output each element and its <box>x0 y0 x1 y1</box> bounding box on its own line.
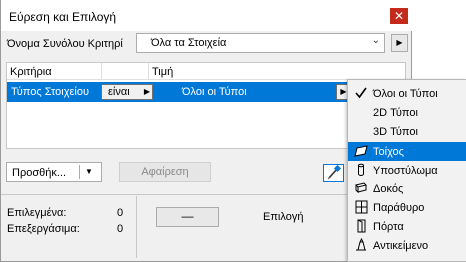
menu-item-door[interactable]: Πόρτα <box>348 217 466 236</box>
menu-item-label: 3D Τύποι <box>373 126 418 138</box>
menu-item-all-types[interactable]: Όλοι οι Τύποι <box>348 84 466 103</box>
column-icon <box>358 163 364 176</box>
door-icon <box>357 219 366 233</box>
arrow-right-icon: ▶ <box>143 87 150 96</box>
split-divider <box>79 165 80 179</box>
menu-item-label: Δοκός <box>373 183 404 195</box>
list-header: Κριτήρια Τιμή <box>7 63 405 80</box>
add-criterion-button[interactable]: Προσθήκ... ▼ <box>6 162 102 182</box>
menu-item-object[interactable]: Αντικείμενο <box>348 236 466 255</box>
criterion-value: Όλοι οι Τύποι <box>182 86 247 98</box>
menu-item-3d-types[interactable]: 3D Τύποι <box>348 122 466 141</box>
menu-item-label: Υποστύλωμα <box>373 165 438 177</box>
set-name-label: Όνομα Συνόλου Κριτηρί <box>7 38 123 50</box>
operator-label: είναι <box>108 86 130 98</box>
operator-button[interactable]: είναι ▶ <box>101 84 153 100</box>
menu-item-window[interactable]: Παράθυρο <box>348 198 466 217</box>
window-icon <box>355 200 368 214</box>
deselect-button[interactable]: — <box>156 207 219 227</box>
editable-count-label: Επεξεργάσιμα: <box>7 223 80 235</box>
menu-item-column[interactable]: Υποστύλωμα <box>348 161 466 180</box>
criteria-set-value: Όλα τα Στοιχεία <box>151 37 227 49</box>
header-value[interactable]: Τιμή <box>152 66 173 78</box>
criteria-row[interactable]: Τύπος Στοιχείου είναι ▶ Όλοι οι Τύποι ▶ <box>7 82 405 102</box>
element-type-menu: Όλοι οι Τύποι 2D Τύποι 3D Τύποι Τοίχος Υ… <box>347 79 466 262</box>
wall-icon <box>354 145 368 157</box>
menu-item-label: 2D Τύποι <box>373 107 418 119</box>
menu-item-beam[interactable]: Δοκός <box>348 179 466 198</box>
arrow-right-icon: ▶ <box>396 38 403 47</box>
column-separator <box>101 63 102 80</box>
column-separator <box>148 63 149 80</box>
criteria-set-dropdown[interactable]: Όλα τα Στοιχεία ⌄ <box>136 33 385 53</box>
menu-item-wall[interactable]: Τοίχος <box>348 142 466 161</box>
title-bar[interactable]: Εύρεση και Επιλογή ✕ <box>1 0 412 31</box>
selected-count-label: Επιλεγμένα: <box>7 207 67 219</box>
criterion-name: Τύπος Στοιχείου <box>11 86 89 98</box>
menu-item-2d-types[interactable]: 2D Τύποι <box>348 103 466 122</box>
chevron-down-icon: ⌄ <box>371 35 380 46</box>
eyedropper-icon <box>327 164 342 180</box>
selected-count-value: 0 <box>117 207 124 219</box>
menu-item-label: Παράθυρο <box>373 202 425 214</box>
menu-item-label: Όλοι οι Τύποι <box>373 88 438 100</box>
remove-button[interactable]: Αφαίρεση <box>119 162 211 182</box>
header-criteria[interactable]: Κριτήρια <box>10 66 52 78</box>
checkmark-icon <box>355 87 367 99</box>
select-button-label[interactable]: Επιλογή <box>263 211 303 223</box>
add-button-label: Προσθήκ... <box>12 167 67 179</box>
set-options-button[interactable]: ▶ <box>391 34 408 52</box>
editable-count-value: 0 <box>117 223 124 235</box>
arrow-right-icon: ▶ <box>340 87 347 96</box>
close-button[interactable]: ✕ <box>390 8 408 24</box>
menu-item-label: Πόρτα <box>373 221 404 233</box>
vertical-divider <box>136 196 137 258</box>
object-icon <box>356 238 366 251</box>
menu-item-label: Τοίχος <box>373 146 404 158</box>
dialog-title: Εύρεση και Επιλογή <box>9 10 117 24</box>
close-icon: ✕ <box>393 9 405 23</box>
beam-icon <box>355 182 367 194</box>
eyedropper-button[interactable] <box>323 164 344 182</box>
criteria-list: Κριτήρια Τιμή Τύπος Στοιχείου είναι ▶ Όλ… <box>6 62 406 149</box>
menu-item-label: Αντικείμενο <box>373 240 429 252</box>
chevron-down-icon[interactable]: ▼ <box>85 167 93 176</box>
